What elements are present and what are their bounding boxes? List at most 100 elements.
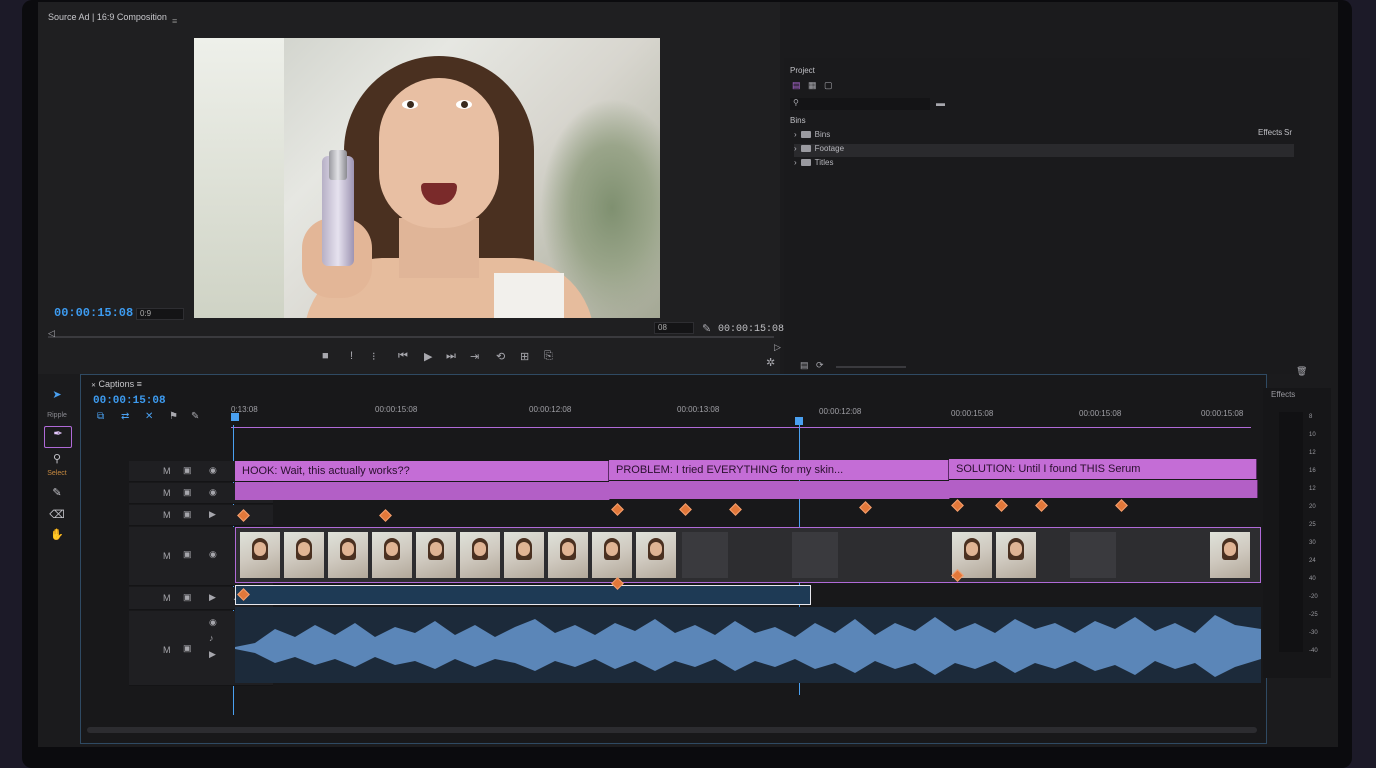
out-point-icon[interactable]: ▷ <box>774 342 781 353</box>
work-area-bar[interactable] <box>231 427 1251 428</box>
caption-clip[interactable]: PROBLEM: I tried EVERYTHING for my skin.… <box>609 460 949 480</box>
source-scrub-bar[interactable] <box>48 336 774 338</box>
list-item[interactable]: › Footage <box>794 144 1294 157</box>
pencil-tool-icon[interactable]: ✎ <box>44 486 70 499</box>
in-marker[interactable] <box>231 413 239 421</box>
source-monitor-title[interactable]: Source Ad | 16:9 Composition <box>48 12 167 22</box>
panel-options-icon[interactable]: ▤ <box>800 360 809 371</box>
automate-icon[interactable]: ⟳ <box>816 360 824 371</box>
export-frame-icon[interactable]: ⎘ <box>544 350 553 363</box>
meter-tick: 12 <box>1309 486 1316 492</box>
mark-out-icon[interactable]: ⁝ <box>372 350 376 363</box>
source-timecode-in[interactable]: 00:00:15:08 <box>54 306 133 320</box>
caption-clip[interactable]: SOLUTION: Until I found THIS Serum <box>949 459 1257 479</box>
eye-icon[interactable]: ◉ <box>209 549 217 560</box>
chevron-right-icon[interactable]: › <box>794 158 797 167</box>
wrench-icon[interactable]: ✎ <box>702 322 711 335</box>
audio-waveform-track[interactable] <box>235 607 1261 683</box>
new-bin-icon[interactable]: ▬ <box>936 98 945 108</box>
ripple-tool-label: Ripple <box>47 412 67 419</box>
camera-icon[interactable]: ▶ <box>209 509 216 520</box>
keyframe[interactable] <box>859 501 872 514</box>
loop-icon[interactable]: ⟲ <box>496 350 505 363</box>
track-output-icon[interactable]: ▣ <box>183 509 192 520</box>
chevron-right-icon[interactable]: › <box>794 144 797 153</box>
tools-panel: ➤ Ripple ✒ ⚲ Select ✎ ⌫ ✋ <box>38 382 76 562</box>
linked-selection-icon[interactable]: ⇄ <box>121 411 129 422</box>
track-output-icon[interactable]: ▣ <box>183 549 192 560</box>
clip-thumbnail <box>636 532 676 578</box>
sequence-menu-icon[interactable]: ≡ <box>137 379 142 389</box>
close-icon[interactable]: ✕ <box>91 383 96 389</box>
search-icon: ⚲ <box>793 98 799 107</box>
zoom-select[interactable]: 0:9 <box>136 308 184 320</box>
clip-thumbnail <box>504 532 544 578</box>
camera-icon[interactable]: ▶ <box>209 649 216 660</box>
mute-icon[interactable]: ♪ <box>209 633 214 643</box>
eye-icon[interactable]: ◉ <box>209 465 217 476</box>
keyframe[interactable] <box>1035 499 1048 512</box>
sequence-tab[interactable]: ✕ Captions ≡ <box>91 379 142 389</box>
play-icon[interactable]: ▶ <box>424 350 432 363</box>
mark-in-icon[interactable]: ! <box>350 350 353 362</box>
zoom-tool-icon[interactable]: ⚲ <box>44 452 70 465</box>
settings-icon[interactable]: ✲ <box>766 356 775 369</box>
keyframe[interactable] <box>611 503 624 516</box>
trash-icon[interactable]: 🗑 <box>1296 366 1307 377</box>
stop-icon[interactable]: ■ <box>322 350 329 362</box>
pen-tool-icon[interactable]: ✒ <box>44 426 72 448</box>
project-search-input[interactable]: ⚲ <box>790 98 930 110</box>
track-output-icon[interactable]: ▣ <box>183 592 192 603</box>
list-item[interactable]: › Titles <box>794 158 1294 171</box>
add-marker-icon[interactable]: ⚑ <box>169 411 178 422</box>
camera-icon[interactable]: ▶ <box>209 592 216 603</box>
go-to-out-icon[interactable]: ⇥ <box>470 350 479 363</box>
caption-subclip[interactable] <box>235 482 610 500</box>
snap-icon[interactable]: ⧉ <box>97 411 104 422</box>
playhead-handle[interactable] <box>795 417 803 425</box>
icon-view-icon[interactable]: ▦ <box>808 80 817 91</box>
track-header-keyframes: M ▣ ▶ <box>129 505 273 526</box>
bins-column-header[interactable]: Bins <box>790 116 806 125</box>
meter-tick: 8 <box>1309 414 1313 420</box>
caption-subclip[interactable] <box>609 481 950 499</box>
step-back-icon[interactable]: ⏮ <box>398 350 408 363</box>
keyframe[interactable] <box>951 499 964 512</box>
timeline-timecode[interactable]: 00:00:15:08 <box>93 395 166 407</box>
track-output-icon[interactable]: ▣ <box>183 465 192 476</box>
project-title[interactable]: Project <box>790 66 815 75</box>
video-clip[interactable] <box>235 527 1261 583</box>
selection-tool-icon[interactable]: ➤ <box>44 388 70 401</box>
track-letter: M <box>163 488 171 498</box>
source-menu-icon[interactable]: ≡ <box>172 16 177 26</box>
caption-subclip[interactable] <box>949 480 1258 498</box>
caption-clip[interactable]: HOOK: Wait, this actually works?? <box>235 461 609 481</box>
keyframe[interactable] <box>1115 499 1128 512</box>
left-eye <box>402 100 418 109</box>
step-forward-icon[interactable]: ⏭ <box>446 350 456 363</box>
track-output-icon[interactable]: ▣ <box>183 487 192 498</box>
keyframe[interactable] <box>729 503 742 516</box>
audio-clip-selected[interactable] <box>235 585 811 605</box>
wrench-settings-icon[interactable]: ✎ <box>191 411 199 422</box>
fit-select[interactable]: 08 <box>654 322 694 334</box>
keyframe[interactable] <box>679 503 692 516</box>
thumbnail-zoom-slider[interactable] <box>836 366 906 368</box>
eye-icon[interactable]: ◉ <box>209 487 217 498</box>
in-point-icon[interactable]: ◁ <box>48 328 55 339</box>
eye-icon[interactable]: ◉ <box>209 617 217 628</box>
list-view-icon[interactable]: ▤ <box>792 80 801 91</box>
eraser-tool-icon[interactable]: ⌫ <box>44 508 70 521</box>
insert-icon[interactable]: ⊞ <box>520 350 529 363</box>
track-output-icon[interactable]: ▣ <box>183 643 192 654</box>
markers-icon[interactable]: ✕ <box>145 411 153 422</box>
keyframe[interactable] <box>995 499 1008 512</box>
right-eye <box>456 100 472 109</box>
source-timecode-out[interactable]: 00:00:15:08 <box>718 324 784 335</box>
freeform-view-icon[interactable]: ▢ <box>824 80 833 91</box>
timeline-horizontal-scrollbar[interactable] <box>87 727 1257 733</box>
hand-tool-icon[interactable]: ✋ <box>44 528 70 541</box>
chevron-right-icon[interactable]: › <box>794 130 797 139</box>
list-item[interactable]: › Bins <box>794 130 1294 143</box>
keyframe[interactable] <box>379 509 392 522</box>
